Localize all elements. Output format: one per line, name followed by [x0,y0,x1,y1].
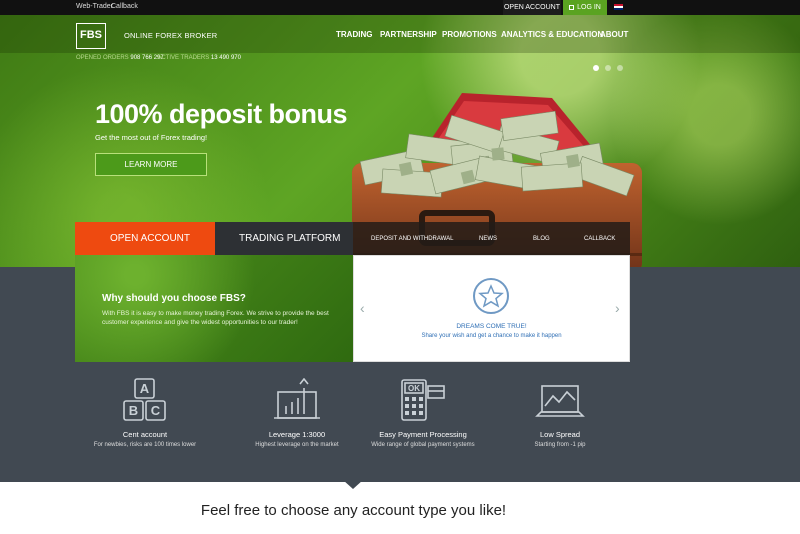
slider-dot[interactable] [593,65,599,71]
carousel-prev-icon[interactable]: ‹ [360,300,365,316]
slider-dot[interactable] [617,65,623,71]
link-news[interactable]: NEWS [479,236,497,242]
nav-trading[interactable]: TRADING [336,30,372,39]
top-utility-bar: Web-Trader Callback OPEN ACCOUNT LOG IN [0,0,800,15]
open-account-top-button[interactable]: OPEN ACCOUNT [503,0,561,15]
laptop-chart-icon [535,385,585,417]
leverage-chart-icon [274,378,320,419]
login-label: LOG IN [577,4,601,11]
feature-subtitle: Wide range of global payment systems [371,442,475,448]
nav-analytics-education[interactable]: ANALYTICS & EDUCATION [501,30,603,39]
link-blog[interactable]: BLOG [533,236,550,242]
section-pointer [343,480,363,489]
feature-cent-account: ABC Cent account For newbies, risks are … [70,378,220,448]
dreams-text: Share your wish and get a chance to make… [421,333,562,339]
nav-about[interactable]: ABOUT [600,30,628,39]
main-navbar: FBS ONLINE FOREX BROKER TRADING PARTNERS… [0,15,800,53]
feature-subtitle: Starting from -1 pip [534,442,586,448]
hero-title: 100% deposit bonus [95,99,348,129]
fbs-logo[interactable]: FBS [76,23,106,49]
dreams-panel[interactable]: DREAMS COME TRUE! Share your wish and ge… [353,255,630,362]
payment-terminal-icon: OK [401,379,445,421]
link-deposit-withdrawal[interactable]: DEPOSIT AND WITHDRAWAL [371,236,453,242]
tab-trading-platform[interactable]: TRADING PLATFORM [215,222,353,255]
learn-more-button[interactable]: LEARN MORE [95,153,207,176]
lock-icon [569,4,575,10]
svg-text:B: B [129,403,138,418]
hero-subtitle: Get the most out of Forex trading! [95,133,208,142]
quick-links-bar: DEPOSIT AND WITHDRAWAL NEWS BLOG CALLBAC… [353,222,630,255]
svg-text:C: C [151,403,161,418]
language-flag-icon[interactable] [614,4,623,10]
active-traders-stat: · ACTIVE TRADERS 13 490 970 [154,55,241,61]
active-traders-value: 13 490 970 [210,55,241,61]
why-text: With FBS it is easy to make money tradin… [102,310,329,326]
slider-dot[interactable] [605,65,611,71]
feature-title: Low Spread [539,430,581,439]
why-title: Why should you choose FBS? [102,293,246,304]
why-choose-panel: Why should you choose FBS? With FBS it i… [75,255,353,362]
slider-dots [593,58,629,76]
feature-payment: OK Easy Payment Processing Wide range of… [348,378,498,448]
web-trader-link[interactable]: Web-Trader [76,3,113,10]
feature-subtitle: For newbies, risks are 100 times lower [93,442,197,448]
opened-orders-stat: OPENED ORDERS 908 766 297 [76,55,164,61]
active-traders-label: ACTIVE TRADERS [157,55,210,61]
dreams-title: DREAMS COME TRUE! [456,323,527,330]
login-button[interactable]: LOG IN [563,0,607,15]
feature-title: Cent account [122,430,168,439]
opened-orders-label: OPENED ORDERS [76,55,129,61]
star-icon [473,278,509,314]
feature-low-spread: Low Spread Starting from -1 pip [485,378,635,448]
abc-blocks-icon: AB C [123,378,166,421]
svg-text:OK: OK [408,384,420,393]
nav-promotions[interactable]: PROMOTIONS [442,30,497,39]
callback-link[interactable]: Callback [111,3,138,10]
link-callback[interactable]: CALLBACK [584,236,615,242]
logo-tagline: ONLINE FOREX BROKER [124,31,218,40]
carousel-next-icon[interactable]: › [615,300,620,316]
tab-open-account[interactable]: OPEN ACCOUNT [75,222,223,255]
account-types-heading: Feel free to choose any account type you… [200,502,507,519]
svg-text:A: A [140,381,150,396]
feature-title: Easy Payment Processing [379,430,467,439]
nav-partnership[interactable]: PARTNERSHIP [380,30,437,39]
